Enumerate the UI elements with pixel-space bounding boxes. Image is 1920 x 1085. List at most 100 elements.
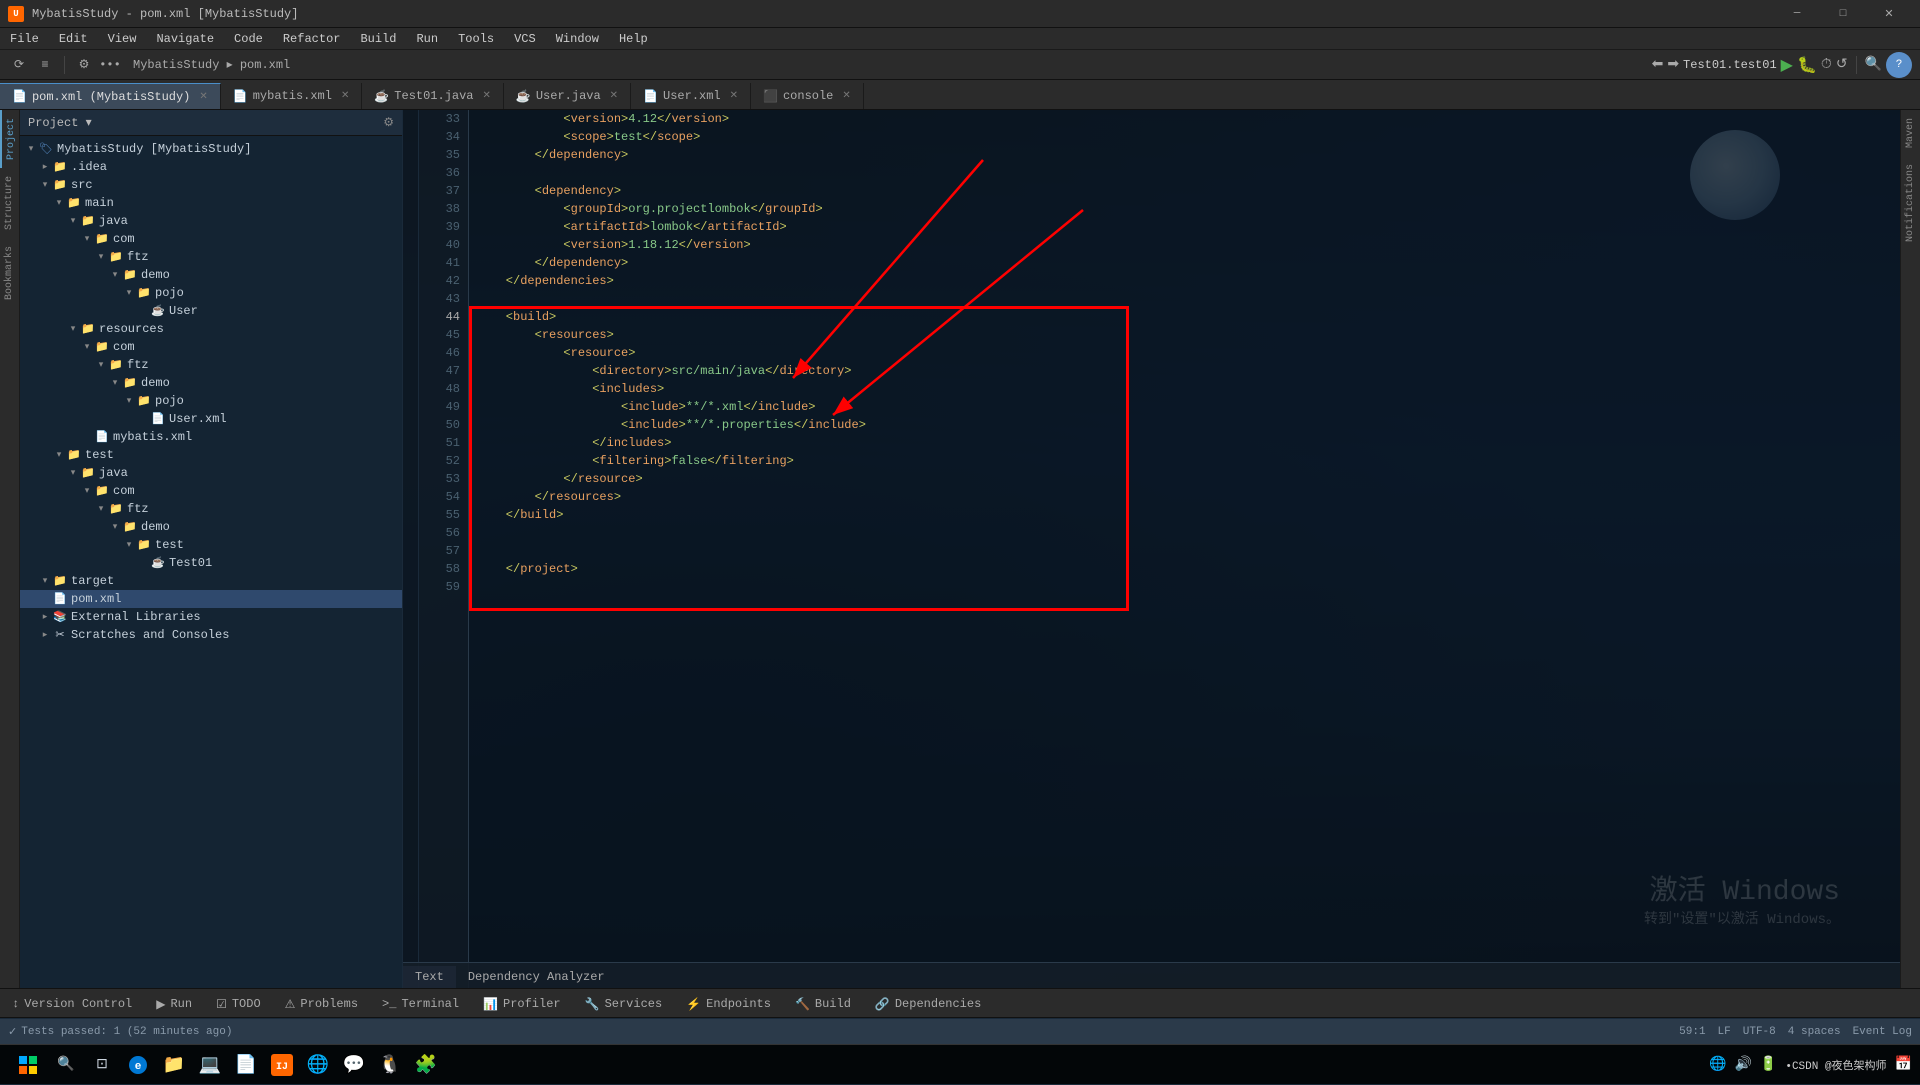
taskbar-task-view-icon[interactable]: ⊡: [86, 1049, 118, 1081]
settings-button[interactable]: ⚙: [73, 54, 95, 76]
menu-file[interactable]: File: [0, 28, 49, 50]
tree-pojo[interactable]: ▾ 📁 pojo: [20, 284, 402, 302]
tree-main[interactable]: ▾ 📁 main: [20, 194, 402, 212]
status-lf[interactable]: LF: [1718, 1026, 1731, 1038]
toolbar-icon-1[interactable]: ⬅: [1652, 56, 1664, 73]
tree-root[interactable]: ▾ 🏷 MybatisStudy [MybatisStudy]: [20, 140, 402, 158]
tree-res-pojo[interactable]: ▾ 📁 pojo: [20, 392, 402, 410]
menu-code[interactable]: Code: [224, 28, 273, 50]
tree-idea[interactable]: ▸ 📁 .idea: [20, 158, 402, 176]
taskbar-cmd-icon[interactable]: 💻: [194, 1049, 226, 1081]
tree-test-ftz[interactable]: ▾ 📁 ftz: [20, 500, 402, 518]
debug-button[interactable]: 🐛: [1797, 55, 1817, 75]
btab-build[interactable]: 🔨 Build: [783, 991, 863, 1017]
tab-console[interactable]: ⬛ console ✕: [751, 83, 864, 109]
taskbar-edge-icon[interactable]: e: [122, 1049, 154, 1081]
sidebar-gear-icon[interactable]: ⚙: [383, 115, 394, 130]
btab-run[interactable]: ▶ Run: [144, 991, 204, 1017]
btab-version-control[interactable]: ↕ Version Control: [0, 991, 144, 1017]
tree-src[interactable]: ▾ 📁 src: [20, 176, 402, 194]
maximize-button[interactable]: □: [1820, 0, 1866, 28]
editor-tab-text[interactable]: Text: [403, 966, 456, 988]
search-icon[interactable]: 🔍: [1865, 56, 1882, 73]
vtab-notifications[interactable]: Notifications: [1901, 156, 1920, 250]
tree-ext-lib[interactable]: ▸ 📚 External Libraries: [20, 608, 402, 626]
tree-demo[interactable]: ▾ 📁 demo: [20, 266, 402, 284]
tree-mybatis-xml[interactable]: 📄 mybatis.xml: [20, 428, 402, 446]
taskbar-intellij-icon[interactable]: IJ: [266, 1049, 298, 1081]
taskbar-volume-icon[interactable]: 🔊: [1734, 1056, 1751, 1073]
vtab-maven[interactable]: Maven: [1901, 110, 1920, 156]
more-button[interactable]: •••: [99, 54, 121, 76]
taskbar-calendar-icon[interactable]: 📅: [1895, 1056, 1912, 1073]
tree-res-com[interactable]: ▾ 📁 com: [20, 338, 402, 356]
tab-pom-xml[interactable]: 📄 pom.xml (MybatisStudy) ✕: [0, 83, 221, 109]
update-button[interactable]: ↺: [1836, 56, 1848, 73]
menu-refactor[interactable]: Refactor: [273, 28, 351, 50]
taskbar-wechat-icon[interactable]: 💬: [338, 1049, 370, 1081]
taskbar-linux-icon[interactable]: 🐧: [374, 1049, 406, 1081]
close-button[interactable]: ✕: [1866, 0, 1912, 28]
tree-ftz[interactable]: ▾ 📁 ftz: [20, 248, 402, 266]
menu-navigate[interactable]: Navigate: [146, 28, 224, 50]
tab-test01-close[interactable]: ✕: [483, 90, 491, 102]
status-vcs[interactable]: ✓ Tests passed: 1 (52 minutes ago): [8, 1025, 232, 1039]
btab-services[interactable]: 🔧 Services: [573, 991, 675, 1017]
toolbar-icon-2[interactable]: ➡: [1667, 56, 1679, 73]
tree-pom-xml[interactable]: 📄 pom.xml: [20, 590, 402, 608]
tree-target[interactable]: ▾ 📁 target: [20, 572, 402, 590]
tab-user-java[interactable]: ☕ User.java ✕: [504, 83, 631, 109]
taskbar-search-icon[interactable]: 🔍: [50, 1049, 82, 1081]
editor-tab-dependency[interactable]: Dependency Analyzer: [456, 966, 617, 988]
menu-edit[interactable]: Edit: [49, 28, 98, 50]
menu-tools[interactable]: Tools: [448, 28, 504, 50]
tree-test-com[interactable]: ▾ 📁 com: [20, 482, 402, 500]
sync-button[interactable]: ⟳: [8, 54, 30, 76]
menu-run[interactable]: Run: [406, 28, 448, 50]
vtab-project[interactable]: Project: [0, 110, 19, 168]
tab-user-xml-close[interactable]: ✕: [730, 90, 738, 102]
status-charset[interactable]: UTF-8: [1743, 1026, 1776, 1038]
tab-pom-close[interactable]: ✕: [199, 91, 207, 103]
tree-resources[interactable]: ▾ 📁 resources: [20, 320, 402, 338]
taskbar-chrome-icon[interactable]: 🌐: [302, 1049, 334, 1081]
taskbar-start-button[interactable]: [8, 1045, 48, 1085]
menu-vcs[interactable]: VCS: [504, 28, 546, 50]
tab-console-close[interactable]: ✕: [842, 90, 850, 102]
menu-view[interactable]: View: [98, 28, 147, 50]
status-event-log[interactable]: Event Log: [1853, 1026, 1912, 1038]
run-button[interactable]: ▶: [1781, 55, 1793, 75]
btab-todo[interactable]: ☑ TODO: [204, 991, 273, 1017]
tree-test-folder[interactable]: ▾ 📁 test: [20, 446, 402, 464]
tab-user-java-close[interactable]: ✕: [610, 90, 618, 102]
tab-user-xml[interactable]: 📄 User.xml ✕: [631, 83, 751, 109]
btab-profiler[interactable]: 📊 Profiler: [471, 991, 573, 1017]
taskbar-vscode-icon[interactable]: 📄: [230, 1049, 262, 1081]
status-indent[interactable]: 4 spaces: [1788, 1026, 1841, 1038]
collapse-button[interactable]: ≡: [34, 54, 56, 76]
tab-mybatis-close[interactable]: ✕: [341, 90, 349, 102]
vtab-structure[interactable]: Structure: [0, 168, 19, 238]
profile-button[interactable]: ⏱: [1821, 57, 1832, 73]
tree-scratches[interactable]: ▸ ✂ Scratches and Consoles: [20, 626, 402, 644]
btab-dependencies[interactable]: 🔗 Dependencies: [863, 991, 993, 1017]
minimize-button[interactable]: ─: [1774, 0, 1820, 28]
tree-test-sub[interactable]: ▾ 📁 test: [20, 536, 402, 554]
menu-window[interactable]: Window: [546, 28, 609, 50]
tree-user-class[interactable]: ☕ User: [20, 302, 402, 320]
btab-endpoints[interactable]: ⚡ Endpoints: [674, 991, 783, 1017]
taskbar-network-icon[interactable]: 🌐: [1709, 1056, 1726, 1073]
menu-help[interactable]: Help: [609, 28, 658, 50]
status-position[interactable]: 59:1: [1679, 1026, 1705, 1038]
tree-test01[interactable]: ☕ Test01: [20, 554, 402, 572]
tree-user-xml[interactable]: 📄 User.xml: [20, 410, 402, 428]
tree-res-ftz[interactable]: ▾ 📁 ftz: [20, 356, 402, 374]
tree-java[interactable]: ▾ 📁 java: [20, 212, 402, 230]
tab-test01-java[interactable]: ☕ Test01.java ✕: [362, 83, 504, 109]
taskbar-folder-icon[interactable]: 📁: [158, 1049, 190, 1081]
tab-mybatis-xml[interactable]: 📄 mybatis.xml ✕: [221, 83, 363, 109]
btab-problems[interactable]: ⚠ Problems: [273, 991, 370, 1017]
tree-com[interactable]: ▾ 📁 com: [20, 230, 402, 248]
menu-build[interactable]: Build: [350, 28, 406, 50]
taskbar-battery-icon[interactable]: 🔋: [1760, 1056, 1777, 1073]
